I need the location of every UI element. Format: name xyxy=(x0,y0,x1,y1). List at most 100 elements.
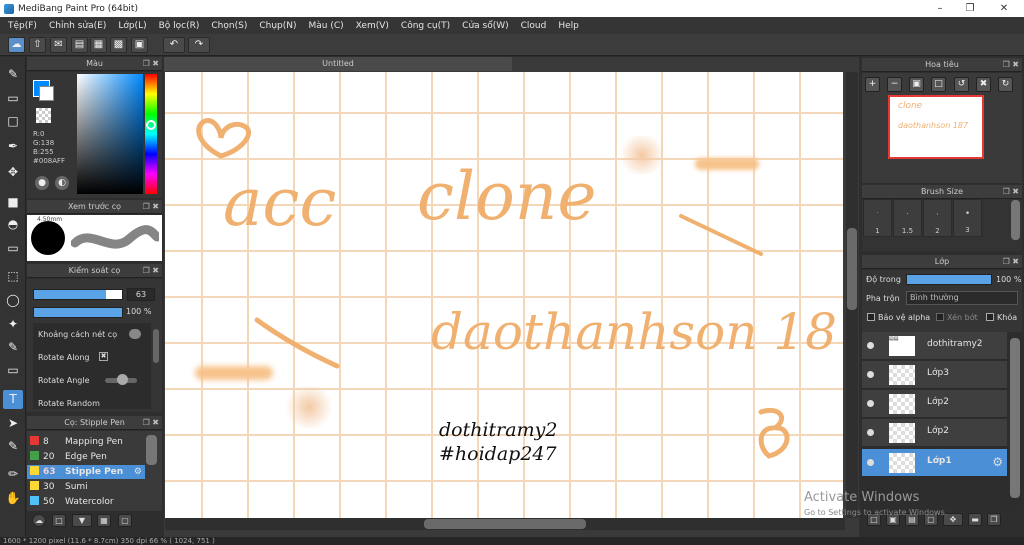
brush-item-watercolor[interactable]: 50 Watercolor xyxy=(27,495,145,509)
protect-alpha-toggle[interactable]: Bảo vệ alpha xyxy=(867,313,930,322)
navigator-preview[interactable]: clone daothanhson 187 xyxy=(888,95,984,159)
upload-icon[interactable]: ⇧ xyxy=(29,37,46,53)
menu-layer[interactable]: Lớp(L) xyxy=(112,21,152,31)
panel-close-icon[interactable]: ❐ ✖ xyxy=(1003,58,1019,72)
menu-filter[interactable]: Bộ lọc(R) xyxy=(153,21,206,31)
brush-options-scrollbar[interactable] xyxy=(153,329,159,363)
document-icon[interactable]: ▤ xyxy=(71,37,88,53)
magic-wand-icon[interactable]: ✦ xyxy=(3,315,23,334)
rotate-angle-handle[interactable] xyxy=(117,374,128,385)
brush-size-1-5[interactable]: · 1.5 xyxy=(893,199,922,237)
menu-select[interactable]: Chọn(S) xyxy=(205,21,253,31)
hand-tool-icon[interactable]: ✋ xyxy=(3,489,23,508)
menu-tools[interactable]: Công cụ(T) xyxy=(395,21,456,31)
rotate-right-icon[interactable]: ↻ xyxy=(998,77,1013,92)
blend-mode-select[interactable]: Bình thường xyxy=(906,291,1018,305)
hue-slider[interactable] xyxy=(145,74,157,194)
rotate-along-checkbox[interactable]: ✖ xyxy=(99,352,108,361)
brush-item-edge-pen[interactable]: 20 Edge Pen xyxy=(27,450,145,464)
gradient-tool-icon[interactable]: ▭ xyxy=(3,239,23,258)
panel-close-icon[interactable]: ❐ ✖ xyxy=(143,200,159,214)
close-button[interactable]: ✕ xyxy=(990,0,1018,17)
menu-color[interactable]: Màu (C) xyxy=(303,21,350,31)
background-color-swatch[interactable] xyxy=(39,86,54,101)
panel-close-icon[interactable]: ❐ ✖ xyxy=(143,264,159,278)
brush-size-scrollbar[interactable] xyxy=(1011,200,1020,240)
layer-list-scrollbar[interactable] xyxy=(1010,338,1020,498)
merge-layer-icon[interactable]: ▬ xyxy=(968,513,982,526)
tiles-icon[interactable]: ▣ xyxy=(131,37,148,53)
vertical-scroll-thumb[interactable] xyxy=(847,228,857,310)
panel-close-icon[interactable]: ❐ ✖ xyxy=(143,416,159,430)
maximize-button[interactable]: ❐ xyxy=(956,0,984,17)
duplicate-layer-icon[interactable]: ❐ xyxy=(987,513,1001,526)
canvas[interactable]: acc clone daothanhson 187 dothitramy2 #h… xyxy=(165,72,843,518)
document-tab[interactable]: Untitled xyxy=(164,57,512,71)
layer-item-lop2-a[interactable]: Lớp2 xyxy=(862,390,1007,418)
rotate-left-icon[interactable]: ↺ xyxy=(954,77,969,92)
eraser-tool-icon[interactable]: ▭ xyxy=(3,89,23,108)
brush-size-2[interactable]: · 2 xyxy=(923,199,952,237)
layer-item-lop1[interactable]: Lớp1 ⚙ xyxy=(862,449,1007,477)
redo-icon[interactable]: ↷ xyxy=(188,37,210,53)
panel-close-icon[interactable]: ❐ ✖ xyxy=(1003,185,1019,199)
fit-screen-icon[interactable]: ▣ xyxy=(909,77,924,92)
brush-size-1[interactable]: · 1 xyxy=(863,199,892,237)
menu-cloud[interactable]: Cloud xyxy=(515,21,553,31)
layer-opacity-slider[interactable] xyxy=(906,274,992,285)
eye-icon[interactable] xyxy=(867,342,874,349)
select-eraser-icon[interactable]: ▭ xyxy=(3,361,23,380)
palette-icon[interactable]: ● xyxy=(35,176,49,190)
text-tool-icon[interactable]: T xyxy=(3,390,23,409)
lock-toggle[interactable]: Khóa xyxy=(986,313,1017,322)
brush-folder-icon[interactable]: ▢ xyxy=(118,514,132,527)
color-history-icon[interactable]: ◐ xyxy=(55,176,69,190)
transparent-swatch[interactable] xyxy=(36,108,51,123)
add-brush-icon[interactable]: ▼ xyxy=(72,514,92,527)
color-saturation-square[interactable] xyxy=(77,74,143,194)
eye-icon[interactable] xyxy=(867,459,874,466)
brush-item-mapping-pen[interactable]: 8 Mapping Pen xyxy=(27,435,145,449)
brush-size-3[interactable]: • 3 xyxy=(953,199,982,237)
spacing-toggle[interactable] xyxy=(129,329,141,339)
actual-size-icon[interactable]: □ xyxy=(931,77,946,92)
page-icon[interactable]: ▦ xyxy=(90,37,107,53)
layer-item-lop3[interactable]: Lớp3 xyxy=(862,361,1007,389)
move-tool-icon[interactable]: ✥ xyxy=(3,163,23,182)
brush-item-stipple-pen[interactable]: 63 Stipple Pen ⚙ xyxy=(27,465,145,479)
bucket-tool-icon[interactable]: ◓ xyxy=(3,215,23,234)
divide-tool-icon[interactable]: ✎ xyxy=(3,437,23,456)
cloud-icon[interactable]: ☁ xyxy=(8,37,25,53)
brush-size-slider[interactable] xyxy=(33,289,123,300)
select-pen-icon[interactable]: ✎ xyxy=(3,338,23,357)
brush-settings-icon[interactable]: ▦ xyxy=(97,514,111,527)
fill-rect-icon[interactable]: ■ xyxy=(3,193,23,212)
panel-close-icon[interactable]: ❐ ✖ xyxy=(143,57,159,71)
eye-icon[interactable] xyxy=(867,371,874,378)
new-brush-icon[interactable]: □ xyxy=(52,514,66,527)
operation-tool-icon[interactable]: ➤ xyxy=(3,414,23,433)
horizontal-scroll-thumb[interactable] xyxy=(424,519,586,529)
gear-icon[interactable]: ⚙ xyxy=(992,455,1003,469)
menu-snap[interactable]: Chụp(N) xyxy=(253,21,302,31)
menu-view[interactable]: Xem(V) xyxy=(350,21,395,31)
brush-item-sumi[interactable]: 30 Sumi xyxy=(27,480,145,494)
brush-opacity-slider[interactable] xyxy=(33,307,123,318)
menu-edit[interactable]: Chỉnh sửa(E) xyxy=(43,21,112,31)
cloud-brush-icon[interactable]: ☁ xyxy=(32,514,46,527)
chat-icon[interactable]: ✉ xyxy=(50,37,67,53)
zoom-out-icon[interactable]: − xyxy=(887,77,902,92)
menu-file[interactable]: Tệp(F) xyxy=(2,21,43,31)
hue-slider-handle[interactable] xyxy=(146,120,156,130)
layer-item-dothitramy2[interactable]: ▤▤ dothitramy2 xyxy=(862,332,1007,360)
dot-tool-icon[interactable]: □ xyxy=(3,112,23,131)
flip-icon[interactable]: ✖ xyxy=(976,77,991,92)
brush-list-scrollbar[interactable] xyxy=(146,435,157,465)
brush-size-value[interactable]: 63 xyxy=(127,288,155,301)
clipping-checkbox[interactable] xyxy=(936,313,944,321)
grid-icon[interactable]: ▩ xyxy=(110,37,127,53)
brush-tool-icon[interactable]: ✎ xyxy=(3,65,23,84)
layer-item-lop2-b[interactable]: Lớp2 xyxy=(862,419,1007,447)
eyedropper-icon[interactable]: ✏ xyxy=(3,465,23,484)
menu-help[interactable]: Help xyxy=(552,21,585,31)
